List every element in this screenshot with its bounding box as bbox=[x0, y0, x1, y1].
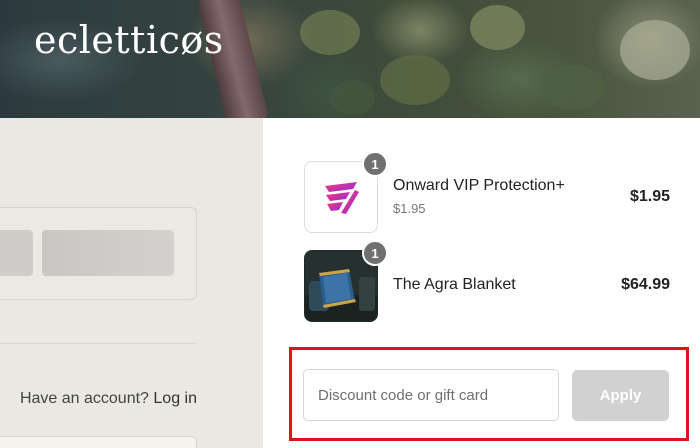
cart-line-item: 1 Onward VIP Protection+ $1.95 $1.95 bbox=[304, 151, 684, 235]
login-link[interactable]: Log in bbox=[153, 390, 197, 407]
apply-discount-button[interactable]: Apply bbox=[572, 370, 669, 421]
header-banner: ecletticøs bbox=[0, 0, 700, 118]
banner-leaf-decoration bbox=[620, 20, 690, 80]
discount-code-input[interactable] bbox=[303, 369, 559, 421]
section-divider bbox=[0, 343, 197, 344]
banner-leaf-decoration bbox=[470, 5, 525, 50]
banner-leaf-decoration bbox=[540, 65, 605, 110]
item-name: The Agra Blanket bbox=[393, 276, 516, 293]
quantity-badge: 1 bbox=[362, 151, 388, 177]
item-price: $64.99 bbox=[621, 276, 670, 293]
order-summary: 1 Onward VIP Protection+ $1.95 $1.95 1 T… bbox=[263, 118, 700, 448]
express-pay-button[interactable] bbox=[0, 230, 33, 276]
banner-leaf-decoration bbox=[330, 80, 375, 115]
item-subtitle: $1.95 bbox=[393, 201, 426, 216]
email-field[interactable] bbox=[0, 436, 197, 448]
item-name: Onward VIP Protection+ bbox=[393, 177, 565, 194]
account-prompt-text: Have an account? bbox=[19, 390, 149, 407]
banner-leaf-decoration bbox=[380, 55, 450, 105]
banner-leaf-decoration bbox=[300, 10, 360, 55]
cart-line-item: 1 The Agra Blanket $64.99 bbox=[304, 240, 684, 324]
quantity-badge: 1 bbox=[362, 240, 388, 266]
left-panel: Have an account? Log in bbox=[0, 118, 263, 448]
item-price: $1.95 bbox=[629, 188, 670, 205]
store-logo[interactable]: ecletticøs bbox=[34, 18, 224, 62]
account-prompt: Have an account? Log in bbox=[20, 390, 197, 408]
express-pay-button[interactable] bbox=[42, 230, 174, 276]
